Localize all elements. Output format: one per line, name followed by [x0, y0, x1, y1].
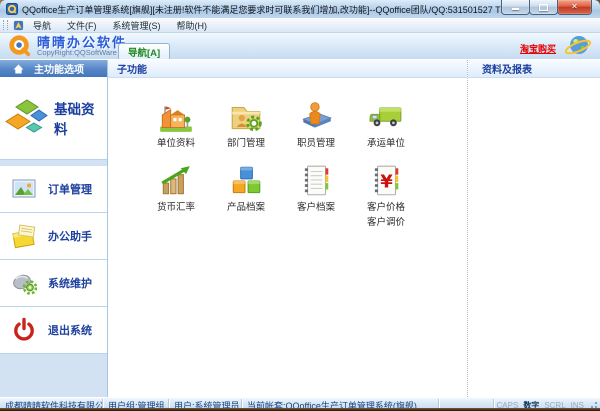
- grid-item-label: 客户价格: [367, 202, 405, 214]
- grid-item-label: 部门管理: [227, 138, 265, 150]
- sidebar: 主功能选项 基础资料: [0, 60, 108, 397]
- sidebar-item-system-maintenance[interactable]: 系统维护: [0, 260, 107, 307]
- menu-bar: 导航 文件(F) 系统管理(S) 帮助(H): [0, 18, 600, 33]
- sidebar-item-label: 系统维护: [48, 275, 92, 291]
- status-user: 用户:系统管理员: [169, 399, 242, 408]
- reports-panel-title: 资料及报表: [482, 61, 532, 76]
- sidebar-item-exit-system[interactable]: 退出系统: [0, 307, 107, 354]
- reports-panel: 资料及报表: [468, 60, 600, 397]
- sidebar-item-office-helper[interactable]: 办公助手: [0, 213, 107, 260]
- system-maintenance-icon: [11, 270, 37, 296]
- sidebar-item-label: 退出系统: [48, 322, 92, 338]
- sidebar-item-order-management[interactable]: 订单管理: [0, 166, 107, 213]
- sidebar-item-label: 办公助手: [48, 228, 92, 244]
- brand-band: 晴晴办公软件 CopyRight:QQSoftWare 导航[A] 淘宝购买: [0, 33, 600, 60]
- function-grid: 单位资料 部门管理: [108, 78, 467, 229]
- customer-file-icon: [298, 163, 334, 199]
- grid-item-customer-price[interactable]: ¥ 客户价格 客户调价: [351, 163, 421, 229]
- globe-icon: [564, 34, 592, 58]
- product-file-icon: [228, 163, 264, 199]
- customer-price-icon: ¥: [368, 163, 404, 199]
- minimize-button[interactable]: [501, 0, 530, 15]
- brand-name: 晴晴办公软件: [37, 36, 127, 49]
- status-insert: INS: [571, 401, 584, 409]
- unit-info-icon: [158, 99, 194, 135]
- close-icon: ✕: [571, 3, 578, 11]
- grid-item-unit-info[interactable]: 单位资料: [141, 99, 211, 150]
- order-management-icon: [11, 176, 37, 202]
- grid-item-label: 客户档案: [297, 202, 335, 214]
- base-data-icon: [5, 97, 49, 139]
- status-spacer: [439, 399, 494, 408]
- body: 主功能选项 基础资料: [0, 60, 600, 397]
- status-num-lock: 数字: [523, 400, 539, 409]
- app-icon: [6, 3, 18, 15]
- main-panel-header: 子功能: [108, 60, 467, 78]
- grid-item-customer-file[interactable]: 客户档案: [281, 163, 351, 229]
- menu-item-file[interactable]: 文件(F): [60, 18, 104, 33]
- taobao-buy-link[interactable]: 淘宝购买: [520, 42, 556, 55]
- grid-item-label: 单位资料: [157, 138, 195, 150]
- grid-item-label-line2: 客户调价: [367, 217, 405, 229]
- reports-panel-body: [468, 78, 600, 397]
- office-helper-icon: [11, 223, 37, 249]
- menu-item-navigate[interactable]: 导航: [26, 18, 58, 33]
- sidebar-header-label: 主功能选项: [34, 61, 84, 76]
- sidebar-item-label: 订单管理: [48, 181, 92, 197]
- currency-rate-icon: [158, 163, 194, 199]
- minimize-icon: [512, 8, 519, 10]
- status-account-set: 当前帐套:QQoffice生产订单管理系统(旗舰): [242, 399, 439, 408]
- staff-management-icon: [298, 99, 334, 135]
- grid-item-staff-management[interactable]: 职员管理: [281, 99, 351, 150]
- status-bar: 成都晴晴软件科技有限公司 用户组:管理组 用户:系统管理员 当前帐套:QQoff…: [0, 397, 600, 408]
- brand-block: 晴晴办公软件 CopyRight:QQSoftWare: [8, 34, 127, 58]
- app-window: QQoffice生产订单管理系统[旗舰][未注册!软件不能满足您要求时可联系我们…: [0, 0, 600, 408]
- menu-item-help[interactable]: 帮助(H): [170, 18, 215, 33]
- q-logo-icon: [8, 34, 32, 58]
- svg-text:¥: ¥: [380, 171, 393, 192]
- window-controls: ✕: [502, 0, 592, 15]
- grid-item-label: 职员管理: [297, 138, 335, 150]
- grid-item-label: 产品档案: [227, 202, 265, 214]
- navigation-menu-icon: [13, 20, 24, 31]
- status-caps-lock: CAPS: [497, 401, 519, 409]
- power-icon: [11, 317, 37, 343]
- home-icon: [13, 64, 24, 74]
- toolbar-grip: [3, 20, 8, 30]
- menu-item-system[interactable]: 系统管理(S): [106, 18, 168, 33]
- tab-navigation[interactable]: 导航[A]: [118, 43, 170, 59]
- sidebar-item-label: 基础资料: [54, 98, 107, 138]
- status-company: 成都晴晴软件科技有限公司: [0, 399, 103, 408]
- status-lock-keys: CAPS 数字 SCRL INS: [494, 400, 587, 409]
- window-title: QQoffice生产订单管理系统[旗舰][未注册!软件不能满足您要求时可联系我们…: [22, 3, 568, 16]
- status-scroll-lock: SCRL: [544, 401, 565, 409]
- grid-item-label: 承运单位: [367, 138, 405, 150]
- close-button[interactable]: ✕: [557, 0, 592, 15]
- main-panel: 子功能: [108, 60, 468, 397]
- carrier-truck-icon: [368, 99, 404, 135]
- sidebar-header: 主功能选项: [0, 60, 107, 77]
- grid-item-product-file[interactable]: 产品档案: [211, 163, 281, 229]
- department-management-icon: [228, 99, 264, 135]
- title-bar: QQoffice生产订单管理系统[旗舰][未注册!软件不能满足您要求时可联系我们…: [0, 0, 600, 18]
- sidebar-filler: [0, 354, 107, 397]
- maximize-icon: [539, 4, 548, 11]
- grid-item-carrier[interactable]: 承运单位: [351, 99, 421, 150]
- status-user-group: 用户组:管理组: [103, 399, 169, 408]
- brand-copyright: CopyRight:QQSoftWare: [37, 49, 127, 57]
- brand-text: 晴晴办公软件 CopyRight:QQSoftWare: [37, 36, 127, 57]
- sidebar-item-base-data[interactable]: 基础资料: [0, 77, 107, 160]
- reports-panel-header: 资料及报表: [468, 60, 600, 78]
- maximize-button[interactable]: [529, 0, 558, 15]
- grid-item-department-management[interactable]: 部门管理: [211, 99, 281, 150]
- main-panel-title: 子功能: [117, 61, 147, 76]
- grid-item-label: 货币汇率: [157, 202, 195, 214]
- grid-item-currency-rate[interactable]: 货币汇率: [141, 163, 211, 229]
